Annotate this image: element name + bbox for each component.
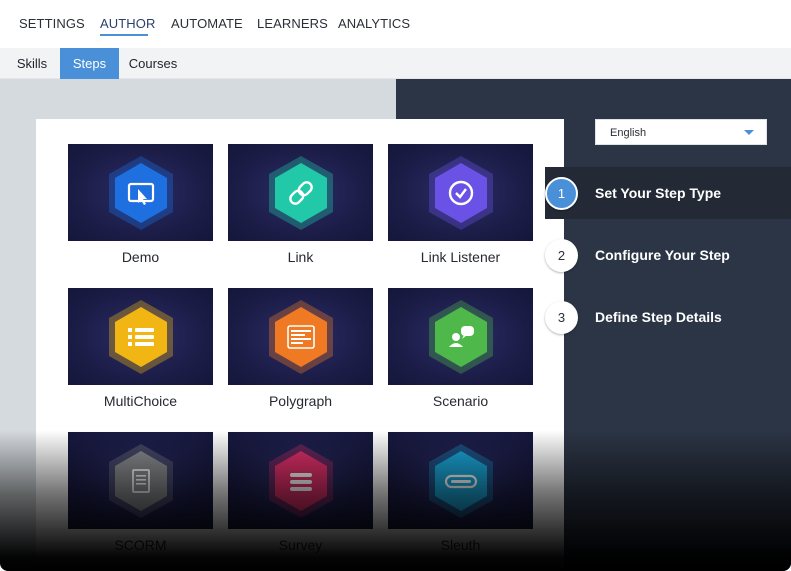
tab-steps[interactable]: Steps (60, 48, 119, 79)
chat-person-icon (428, 299, 493, 374)
step-type-polygraph[interactable]: Polygraph (228, 288, 373, 409)
nav-settings[interactable]: SETTINGS (19, 16, 85, 31)
language-select[interactable]: English (595, 119, 767, 145)
step-type-sleuth[interactable]: Sleuth (388, 432, 533, 553)
step-type-multichoice[interactable]: MultiChoice (68, 288, 213, 409)
nav-analytics[interactable]: ANALYTICS (338, 16, 410, 31)
step-number: 3 (545, 301, 578, 334)
tile-label: Demo (121, 249, 160, 265)
step-number: 1 (545, 177, 578, 210)
page-icon (108, 443, 173, 518)
tile-thumbnail (388, 144, 533, 241)
language-value: English (610, 127, 647, 139)
tile-thumbnail (228, 432, 373, 529)
tab-courses[interactable]: Courses (124, 48, 182, 79)
step-label: Set Your Step Type (595, 185, 722, 201)
sub-tabs: Skills Steps Courses (0, 48, 791, 79)
top-navigation: SETTINGS AUTHOR AUTOMATE LEARNERS ANALYT… (0, 0, 791, 48)
bars-icon (268, 443, 333, 518)
tab-skills[interactable]: Skills (9, 48, 55, 79)
list-icon (108, 299, 173, 374)
step-label: Configure Your Step (595, 247, 730, 263)
step-type-demo[interactable]: Demo (68, 144, 213, 265)
chevron-down-icon (744, 130, 754, 135)
step-label: Define Step Details (595, 309, 722, 325)
active-nav-underline (100, 34, 148, 36)
wizard-step-1[interactable]: 1 Set Your Step Type (545, 167, 791, 219)
tile-label: Link (287, 249, 314, 265)
tile-label: MultiChoice (103, 393, 178, 409)
wizard-step-2[interactable]: 2 Configure Your Step (545, 229, 791, 281)
chain-link-icon (268, 155, 333, 230)
tile-label: Scenario (432, 393, 489, 409)
tile-thumbnail (68, 432, 213, 529)
tile-thumbnail (388, 432, 533, 529)
nav-learners[interactable]: LEARNERS (257, 16, 328, 31)
step-type-scorm[interactable]: SCORM (68, 432, 213, 553)
tile-label: Sleuth (440, 537, 481, 553)
step-number: 2 (545, 239, 578, 272)
tile-label: Link Listener (420, 249, 501, 265)
step-type-scenario[interactable]: Scenario (388, 288, 533, 409)
nav-automate[interactable]: AUTOMATE (171, 16, 243, 31)
cursor-screen-icon (108, 155, 173, 230)
wizard-step-3[interactable]: 3 Define Step Details (545, 291, 791, 343)
tile-label: Polygraph (268, 393, 333, 409)
tile-label: Survey (278, 537, 323, 553)
check-circle-icon (428, 155, 493, 230)
step-type-link-listener[interactable]: Link Listener (388, 144, 533, 265)
nav-author[interactable]: AUTHOR (100, 16, 156, 31)
tile-thumbnail (388, 288, 533, 385)
step-type-survey[interactable]: Survey (228, 432, 373, 553)
document-lines-icon (268, 299, 333, 374)
capsule-icon (428, 443, 493, 518)
tile-thumbnail (228, 288, 373, 385)
app-frame: SETTINGS AUTHOR AUTOMATE LEARNERS ANALYT… (0, 0, 791, 571)
tile-label: SCORM (114, 537, 167, 553)
step-type-link[interactable]: Link (228, 144, 373, 265)
tile-thumbnail (68, 288, 213, 385)
tile-thumbnail (228, 144, 373, 241)
tile-thumbnail (68, 144, 213, 241)
